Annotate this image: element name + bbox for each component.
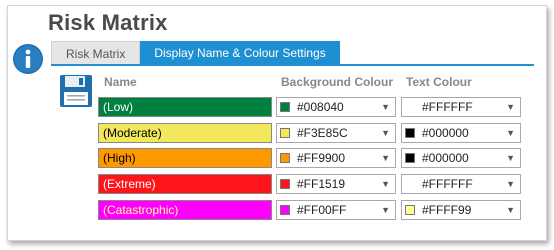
chevron-down-icon: ▼ [381,102,390,112]
text-colour-value: #000000 [422,126,469,140]
colour-swatch [405,205,415,215]
tab-bar: Risk Matrix Display Name & Colour Settin… [51,41,340,65]
chevron-down-icon: ▼ [381,128,390,138]
column-header-background: Background Colour [281,75,394,89]
chevron-down-icon: ▼ [506,205,515,215]
tab-underline [51,64,534,66]
colour-swatch [280,128,290,138]
text-colour-value: #000000 [422,151,469,165]
chevron-down-icon: ▼ [506,128,515,138]
background-colour-select[interactable]: #FF9900 ▼ [276,148,396,168]
colour-swatch [280,179,290,189]
table-row: (Moderate) #F3E85C ▼ #000000 ▼ [98,123,538,143]
text-colour-value: #FFFFFF [422,177,473,191]
colour-swatch [405,153,415,163]
tab-display-name-colour-settings[interactable]: Display Name & Colour Settings [140,41,340,65]
name-input[interactable]: (Extreme) [98,174,272,194]
colour-swatch [405,102,415,112]
background-colour-select[interactable]: #008040 ▼ [276,97,396,117]
colour-swatch [280,153,290,163]
chevron-down-icon: ▼ [506,153,515,163]
info-icon [13,44,43,74]
background-colour-select[interactable]: #FF1519 ▼ [276,174,396,194]
table-row: (Extreme) #FF1519 ▼ #FFFFFF ▼ [98,174,538,194]
text-colour-select[interactable]: #FFFFFF ▼ [401,97,521,117]
colour-swatch [280,102,290,112]
background-colour-select[interactable]: #F3E85C ▼ [276,123,396,143]
chevron-down-icon: ▼ [506,102,515,112]
page-title: Risk Matrix [48,10,168,35]
name-input[interactable]: (Moderate) [98,123,272,143]
colour-swatch [280,205,290,215]
background-colour-select[interactable]: #FF00FF ▼ [276,200,396,220]
floppy-disk-icon[interactable] [59,74,93,108]
name-input[interactable]: (High) [98,148,272,168]
chevron-down-icon: ▼ [381,179,390,189]
table-row: (Catastrophic) #FF00FF ▼ #FFFF99 ▼ [98,200,538,220]
column-header-name: Name [104,75,137,89]
text-colour-select[interactable]: #FFFF99 ▼ [401,200,521,220]
text-colour-value: #FFFF99 [422,203,472,217]
tab-risk-matrix[interactable]: Risk Matrix [51,41,141,65]
text-colour-select[interactable]: #000000 ▼ [401,148,521,168]
background-colour-value: #008040 [297,100,344,114]
table-row: (Low) #008040 ▼ #FFFFFF ▼ [98,97,538,117]
text-colour-value: #FFFFFF [422,100,473,114]
chevron-down-icon: ▼ [381,205,390,215]
chevron-down-icon: ▼ [506,179,515,189]
colour-swatch [405,179,415,189]
background-colour-value: #F3E85C [297,126,348,140]
chevron-down-icon: ▼ [381,153,390,163]
text-colour-select[interactable]: #FFFFFF ▼ [401,174,521,194]
background-colour-value: #FF9900 [297,151,346,165]
name-input[interactable]: (Low) [98,97,272,117]
background-colour-value: #FF1519 [297,177,346,191]
background-colour-value: #FF00FF [297,203,347,217]
colour-swatch [405,128,415,138]
name-input[interactable]: (Catastrophic) [98,200,272,220]
text-colour-select[interactable]: #000000 ▼ [401,123,521,143]
table-row: (High) #FF9900 ▼ #000000 ▼ [98,148,538,168]
column-header-text: Text Colour [406,75,472,89]
